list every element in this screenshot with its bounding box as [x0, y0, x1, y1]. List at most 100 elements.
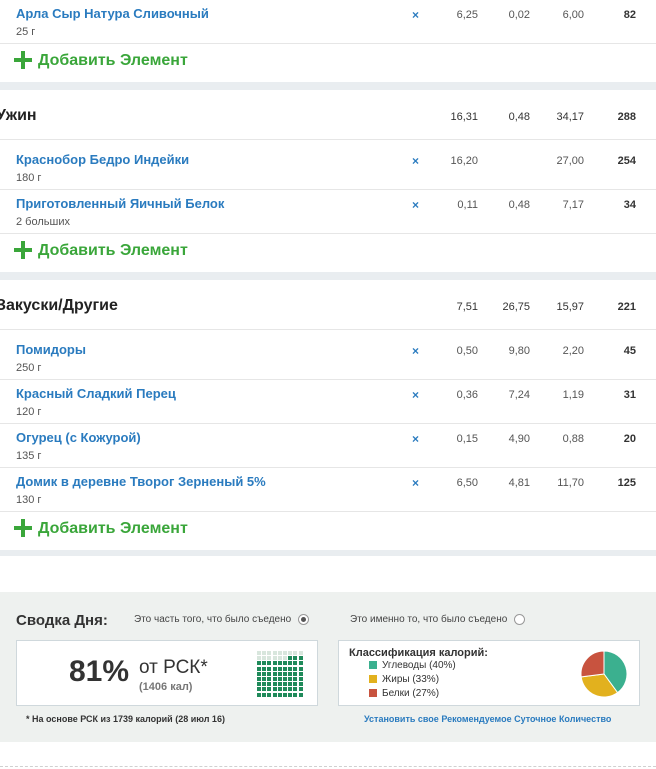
food-name-link[interactable]: Помидоры: [16, 342, 86, 357]
progress-cell: [257, 682, 261, 687]
kcal-total: 221: [617, 301, 636, 313]
progress-cell: [267, 676, 272, 681]
fat-value: 0,02: [508, 9, 530, 21]
option-exactly-label: Это именно то, что было съедено: [350, 614, 508, 626]
kcal-value: 45: [623, 345, 636, 357]
food-name-link[interactable]: Арла Сыр Натура Сливочный: [16, 6, 209, 21]
progress-cell: [257, 671, 261, 676]
radio-exactly[interactable]: [514, 614, 526, 625]
protein-value: 2,20: [562, 345, 584, 357]
food-row-turkey: Краснобор Бедро Индейки 180 г × 16,20 27…: [0, 146, 656, 190]
progress-cell: [272, 661, 277, 666]
progress-cell: [293, 671, 298, 676]
day-summary: Сводка Дня: Это часть того, что было съе…: [0, 592, 656, 742]
delete-icon[interactable]: ×: [412, 8, 419, 22]
progress-cell: [298, 687, 303, 692]
progress-cell: [298, 656, 303, 661]
delete-icon[interactable]: ×: [412, 154, 419, 168]
delete-icon[interactable]: ×: [412, 344, 419, 358]
kcal-value: 20: [623, 433, 636, 445]
food-quantity: 130 г: [16, 494, 42, 506]
progress-cell: [272, 651, 277, 655]
progress-cell: [288, 666, 293, 671]
progress-cell: [257, 661, 261, 666]
kcal-value: 125: [617, 477, 636, 489]
food-row-arla: Арла Сыр Натура Сливочный 25 г × 6,25 0,…: [0, 0, 656, 44]
progress-cell: [293, 687, 298, 692]
add-item-snacks[interactable]: Добавить Элемент: [0, 512, 656, 550]
legend-label: Белки (27%): [382, 688, 440, 699]
progress-cell: [298, 651, 303, 655]
fat-value: 4,81: [508, 477, 530, 489]
delete-icon[interactable]: ×: [412, 198, 419, 212]
progress-cell: [257, 656, 261, 661]
progress-cell: [272, 692, 277, 697]
set-rsk-link[interactable]: Установить свое Рекомендуемое Суточное К…: [364, 714, 611, 724]
progress-cell: [267, 671, 272, 676]
option-eaten-part-label: Это часть того, что было съедено: [134, 614, 292, 626]
add-item-lunch[interactable]: Добавить Элемент: [0, 44, 656, 82]
carbs-total: 7,51: [456, 301, 478, 313]
progress-cell: [272, 666, 277, 671]
add-item-dinner[interactable]: Добавить Элемент: [0, 234, 656, 272]
fat-swatch: [369, 675, 377, 684]
progress-cell: [277, 651, 282, 655]
legend-carbs: Углеводы (40%): [369, 660, 456, 671]
section-separator: [0, 82, 656, 90]
progress-cell: [298, 661, 303, 666]
calorie-pie-chart: [580, 650, 628, 698]
progress-cell: [277, 676, 282, 681]
protein-swatch: [369, 689, 377, 698]
delete-icon[interactable]: ×: [412, 432, 419, 446]
option-eaten-part[interactable]: Это часть того, что было съедено: [134, 614, 309, 625]
food-name-link[interactable]: Приготовленный Яичный Белок: [16, 196, 224, 211]
option-exactly[interactable]: Это именно то, что было съедено: [350, 614, 526, 626]
progress-cell: [262, 651, 267, 655]
food-quantity: 250 г: [16, 362, 42, 374]
add-item-label: Добавить Элемент: [38, 52, 188, 69]
delete-icon[interactable]: ×: [412, 476, 419, 490]
food-name-link[interactable]: Красный Сладкий Перец: [16, 386, 176, 401]
fat-value: 0,48: [508, 199, 530, 211]
of-rsk-label: от РСК*: [139, 657, 208, 678]
progress-cell: [267, 687, 272, 692]
progress-cell: [277, 666, 282, 671]
progress-cell: [262, 671, 267, 676]
section-separator: [0, 272, 656, 280]
progress-cell: [267, 651, 272, 655]
food-name-link[interactable]: Краснобор Бедро Индейки: [16, 152, 189, 167]
pie-slice-protein: [580, 650, 605, 678]
progress-cell: [267, 682, 272, 687]
carbs-value: 0,15: [456, 433, 478, 445]
carbs-value: 0,36: [456, 389, 478, 401]
food-quantity: 120 г: [16, 406, 42, 418]
progress-cell: [277, 661, 282, 666]
radio-eaten-part[interactable]: [297, 614, 309, 625]
food-row-cucumber: Огурец (с Кожурой) 135 г × 0,15 4,90 0,8…: [0, 424, 656, 468]
carbs-value: 6,50: [456, 477, 478, 489]
food-name-link[interactable]: Огурец (с Кожурой): [16, 430, 141, 445]
fat-total: 26,75: [502, 301, 530, 313]
kcal-total: 288: [617, 111, 636, 123]
rsk-progress-box: 81% от РСК* (1406 кал): [16, 640, 318, 706]
classification-title: Классификация калорий:: [349, 647, 488, 659]
progress-cell: [262, 692, 267, 697]
progress-cell: [282, 682, 287, 687]
food-quantity: 135 г: [16, 450, 42, 462]
progress-cell: [293, 656, 298, 661]
food-name-link[interactable]: Домик в деревне Творог Зерненый 5%: [16, 474, 266, 489]
protein-value: 27,00: [556, 155, 584, 167]
progress-cell: [262, 687, 267, 692]
progress-cell: [272, 671, 277, 676]
kcal-value: 31: [623, 389, 636, 401]
add-item-label: Добавить Элемент: [38, 242, 188, 259]
progress-cell: [262, 682, 267, 687]
legend-label: Углеводы (40%): [382, 660, 456, 671]
progress-cell: [293, 676, 298, 681]
delete-icon[interactable]: ×: [412, 388, 419, 402]
food-quantity: 25 г: [16, 26, 36, 38]
progress-cell: [288, 676, 293, 681]
calorie-classification-box: Классификация калорий: Углеводы (40%) Жи…: [338, 640, 640, 706]
legend-fat: Жиры (33%): [369, 674, 439, 685]
protein-value: 0,88: [562, 433, 584, 445]
